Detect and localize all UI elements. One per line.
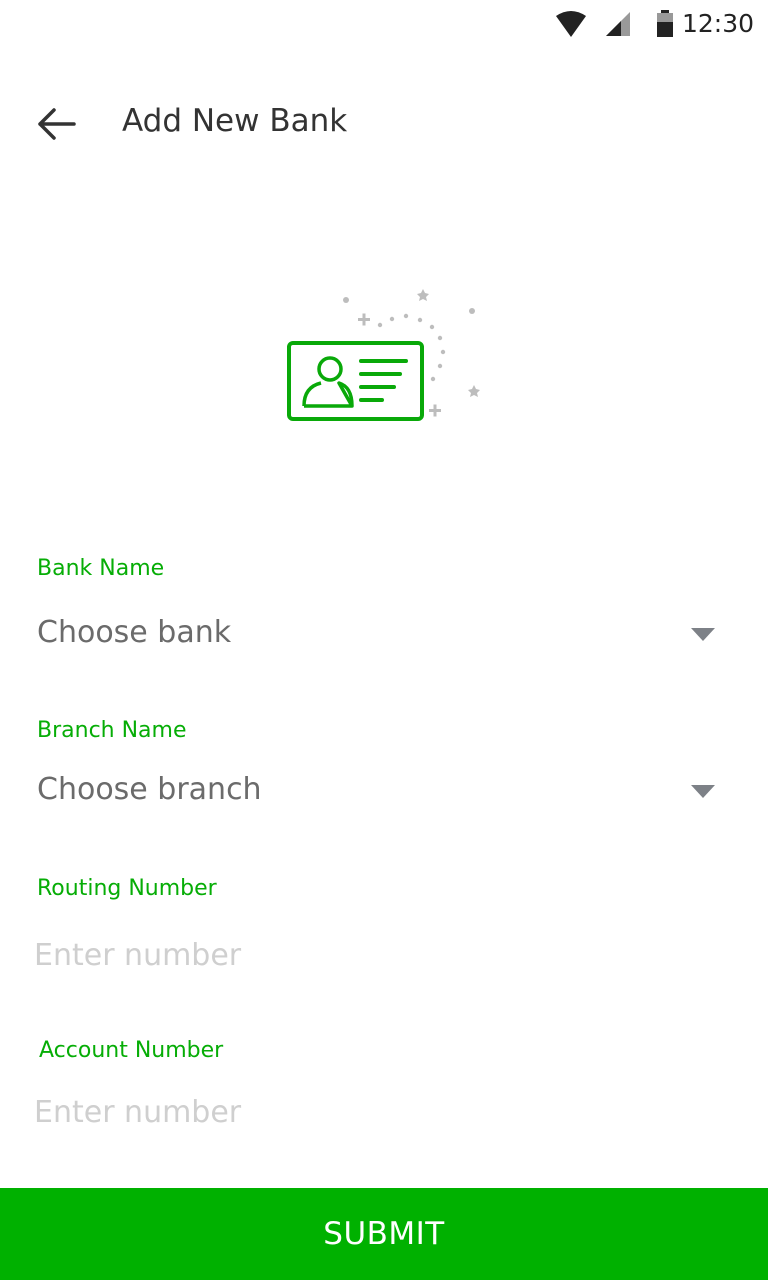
account-number-label: Account Number: [39, 1038, 224, 1063]
branch-name-value: Choose branch: [37, 772, 262, 807]
chevron-down-icon: [691, 628, 715, 641]
app-bar: Add New Bank: [0, 70, 768, 180]
bank-name-select[interactable]: Choose bank: [0, 600, 768, 670]
battery-icon: [656, 10, 674, 42]
id-card-icon: [287, 289, 480, 421]
chevron-down-icon: [691, 785, 715, 798]
status-time: 12:30: [681, 9, 754, 38]
arrow-left-icon: [36, 107, 76, 145]
branch-name-label: Branch Name: [37, 718, 187, 743]
cell-signal-icon: [604, 10, 632, 42]
routing-number-input[interactable]: [34, 930, 734, 980]
wifi-icon: [555, 10, 587, 42]
bank-name-label: Bank Name: [37, 556, 165, 581]
page-title: Add New Bank: [122, 103, 348, 139]
routing-number-label: Routing Number: [37, 876, 217, 901]
back-button[interactable]: [22, 98, 90, 154]
status-bar: 12:30: [0, 0, 768, 50]
bank-card-illustration: [280, 280, 490, 430]
bank-name-value: Choose bank: [37, 615, 232, 650]
branch-name-select[interactable]: Choose branch: [0, 757, 768, 827]
submit-button[interactable]: SUBMIT: [0, 1188, 768, 1280]
account-number-input[interactable]: [34, 1087, 734, 1137]
